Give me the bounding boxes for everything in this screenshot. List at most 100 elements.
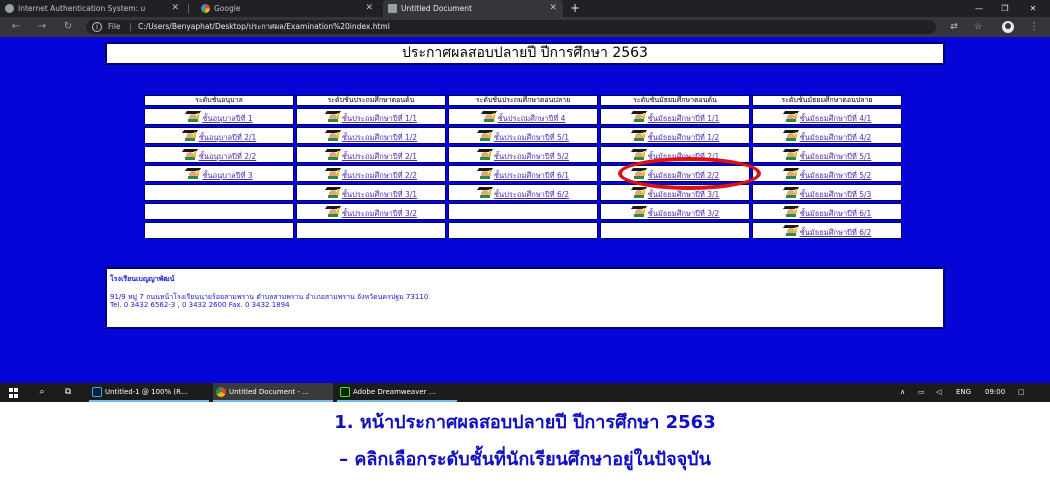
minimize-icon[interactable]: — [966, 0, 992, 17]
grade-link-cell[interactable]: ชั้นประถมศึกษาปีที่ 3/1 [297, 185, 445, 200]
grade-link-cell[interactable]: ชั้นประถมศึกษาปีที่ 6/2 [449, 185, 597, 200]
grade-link-cell[interactable]: ชั้นประถมศึกษาปีที่ 2/1 [297, 147, 445, 162]
close-tab-icon[interactable]: ✕ [171, 0, 179, 17]
grade-link[interactable]: ชั้นมัธยมศึกษาปีที่ 3/1 [648, 190, 720, 199]
taskbar-app-photoshop[interactable]: Untitled-1 @ 100% (R... [89, 383, 209, 402]
google-icon [201, 4, 210, 13]
grade-link[interactable]: ชั้นประถมศึกษาปีที่ 6/1 [494, 171, 569, 180]
profile-avatar-icon[interactable] [1002, 21, 1014, 33]
grade-link[interactable]: ชั้นประถมศึกษาปีที่ 3/2 [342, 209, 417, 218]
reload-icon[interactable]: ↻ [60, 20, 76, 34]
menu-kebab-icon[interactable]: ⋮ [1026, 20, 1042, 34]
address-bar[interactable]: i File C:/Users/Benyaphat/Desktop/ประกาศ… [86, 20, 936, 34]
grade-link[interactable]: ชั้นอนุบาลปีที่ 1 [202, 114, 252, 123]
grade-link[interactable]: ชั้นมัธยมศึกษาปีที่ 6/2 [800, 228, 872, 237]
caption-line-1: 1. หน้าประกาศผลสอบปลายปี ปีการศึกษา 2563 [334, 412, 716, 433]
grade-link[interactable]: ชั้นประถมศึกษาปีที่ 2/1 [342, 152, 417, 161]
grade-link-cell[interactable]: ชั้นประถมศึกษาปีที่ 5/2 [449, 147, 597, 162]
grade-link-cell[interactable]: ชั้นประถมศึกษาปีที่ 5/1 [449, 128, 597, 143]
grade-link[interactable]: ชั้นมัธยมศึกษาปีที่ 1/2 [648, 133, 720, 142]
page-viewport: ประกาศผลสอบปลายปี ปีการศึกษา 2563 ระดับช… [0, 37, 1050, 383]
windows-start-icon[interactable] [9, 388, 19, 398]
taskbar-app-dreamweaver[interactable]: Adobe Dreamweaver ... [337, 383, 457, 402]
tab-untitled-document[interactable]: Untitled Document ✕ [383, 0, 563, 17]
school-name: โรงเรียนเบญญาพัฒน์ [110, 275, 175, 283]
grade-link-cell[interactable]: ชั้นมัธยมศึกษาปีที่ 3/2 [601, 204, 749, 219]
grade-link[interactable]: ชั้นอนุบาลปีที่ 2/2 [199, 152, 257, 161]
grade-link-cell[interactable]: ชั้นประถมศึกษาปีที่ 4 [449, 109, 597, 124]
grade-link-cell[interactable]: ชั้นมัธยมศึกษาปีที่ 5/3 [753, 185, 901, 200]
table-cell: ชั้นมัธยมศึกษาปีที่ 4/1 [752, 108, 902, 125]
back-arrow-icon[interactable]: ← [8, 20, 24, 34]
table-cell: ชั้นอนุบาลปีที่ 1 [144, 108, 294, 125]
volume-icon[interactable]: ◁ [936, 383, 941, 402]
grade-link[interactable]: ชั้นมัธยมศึกษาปีที่ 3/2 [648, 209, 720, 218]
restore-icon[interactable]: ❐ [992, 0, 1018, 17]
grade-link[interactable]: ชั้นประถมศึกษาปีที่ 5/2 [494, 152, 569, 161]
notification-icon[interactable]: ▢ [1018, 383, 1025, 402]
grade-link-cell[interactable]: ชั้นอนุบาลปีที่ 2/1 [145, 128, 293, 143]
grade-link-cell[interactable]: ชั้นอนุบาลปีที่ 3 [145, 166, 293, 181]
grade-link-cell[interactable]: ชั้นมัธยมศึกษาปีที่ 1/1 [601, 109, 749, 124]
grade-link-cell[interactable]: ชั้นมัธยมศึกษาปีที่ 6/1 [753, 204, 901, 219]
grade-link-cell[interactable]: ชั้นมัธยมศึกษาปีที่ 4/2 [753, 128, 901, 143]
tab-google[interactable]: Google ✕ [196, 0, 379, 17]
url-text[interactable]: C:/Users/Benyaphat/Desktop/ประกาศผล/Exam… [138, 20, 390, 34]
grade-link[interactable]: ชั้นมัธยมศึกษาปีที่ 4/1 [800, 114, 872, 123]
column-header: ระดับชั้นมัธยมศึกษาตอนต้น [600, 95, 750, 106]
search-icon[interactable]: ⌕ [32, 383, 52, 402]
grade-link[interactable]: ชั้นประถมศึกษาปีที่ 5/1 [494, 133, 569, 142]
grade-link[interactable]: ชั้นประถมศึกษาปีที่ 1/1 [342, 114, 417, 123]
table-cell: ชั้นมัธยมศึกษาปีที่ 6/2 [752, 222, 902, 239]
grade-link[interactable]: ชั้นมัธยมศึกษาปีที่ 6/1 [800, 209, 872, 218]
grade-link[interactable]: ชั้นมัธยมศึกษาปีที่ 4/2 [800, 133, 872, 142]
close-tab-icon[interactable]: ✕ [549, 0, 557, 17]
grade-link-cell[interactable]: ชั้นมัธยมศึกษาปีที่ 5/1 [753, 147, 901, 162]
close-tab-icon[interactable]: ✕ [365, 0, 373, 17]
grade-link-cell[interactable]: ชั้นมัธยมศึกษาปีที่ 6/2 [753, 223, 901, 238]
grade-link[interactable]: ชั้นประถมศึกษาปีที่ 1/2 [342, 133, 417, 142]
grade-link-cell[interactable]: ชั้นมัธยมศึกษาปีที่ 5/2 [753, 166, 901, 181]
grade-link-cell[interactable]: ชั้นประถมศึกษาปีที่ 3/2 [297, 204, 445, 219]
grade-link-cell[interactable]: ชั้นมัธยมศึกษาปีที่ 1/2 [601, 128, 749, 143]
grade-link[interactable]: ชั้นประถมศึกษาปีที่ 4 [498, 114, 566, 123]
grade-link-cell[interactable]: ชั้นอนุบาลปีที่ 2/2 [145, 147, 293, 162]
grade-link[interactable]: ชั้นประถมศึกษาปีที่ 2/2 [342, 171, 417, 180]
table-cell: ชั้นมัธยมศึกษาปีที่ 5/1 [752, 146, 902, 163]
new-tab-button[interactable]: + [568, 0, 582, 16]
grade-link[interactable]: ชั้นประถมศึกษาปีที่ 3/1 [342, 190, 417, 199]
graduation-cap-icon [782, 146, 799, 160]
grade-link[interactable]: ชั้นมัธยมศึกษาปีที่ 1/1 [648, 114, 720, 123]
clock[interactable]: 09:00 [985, 383, 1005, 402]
forward-arrow-icon[interactable]: → [34, 20, 50, 34]
grade-link[interactable]: ชั้นอนุบาลปีที่ 2/1 [199, 133, 257, 142]
page-icon [388, 4, 397, 13]
tray-chevron-icon[interactable]: ∧ [900, 383, 905, 402]
caption-line-2: – คลิกเลือกระดับชั้นที่นักเรียนศึกษาอยู่… [339, 449, 711, 470]
graduation-cap-icon [324, 146, 341, 160]
table-cell: ชั้นมัธยมศึกษาปีที่ 5/3 [752, 184, 902, 201]
grade-link[interactable]: ชั้นมัธยมศึกษาปีที่ 5/1 [800, 152, 872, 161]
grade-link-cell[interactable]: ชั้นประถมศึกษาปีที่ 1/1 [297, 109, 445, 124]
close-window-icon[interactable]: ✕ [1020, 0, 1046, 17]
table-cell [448, 222, 598, 239]
info-icon[interactable]: i [92, 22, 102, 32]
column-header: ระดับชั้นประถมศึกษาตอนต้น [296, 95, 446, 106]
grade-link[interactable]: ชั้นอนุบาลปีที่ 3 [202, 171, 252, 180]
grade-link[interactable]: ชั้นประถมศึกษาปีที่ 6/2 [494, 190, 569, 199]
task-view-icon[interactable]: ⧉ [58, 383, 78, 402]
taskbar-app-chrome[interactable]: Untitled Document - ... [213, 383, 333, 402]
input-language[interactable]: ENG [956, 383, 971, 402]
tab-internet-authentication[interactable]: Internet Authentication System: u ✕ [0, 0, 185, 17]
grade-link-cell[interactable]: ชั้นประถมศึกษาปีที่ 1/2 [297, 128, 445, 143]
grade-link-cell[interactable]: ชั้นมัธยมศึกษาปีที่ 4/1 [753, 109, 901, 124]
translate-icon[interactable]: ⇄ [946, 20, 962, 34]
grade-link-cell[interactable]: ชั้นอนุบาลปีที่ 1 [145, 109, 293, 124]
grade-link[interactable]: ชั้นมัธยมศึกษาปีที่ 5/3 [800, 190, 872, 199]
graduation-cap-icon [782, 184, 799, 198]
grade-link[interactable]: ชั้นมัธยมศึกษาปีที่ 5/2 [800, 171, 872, 180]
grade-link-cell[interactable]: ชั้นประถมศึกษาปีที่ 2/2 [297, 166, 445, 181]
grade-link-cell[interactable]: ชั้นประถมศึกษาปีที่ 6/1 [449, 166, 597, 181]
bookmark-star-icon[interactable]: ☆ [970, 20, 986, 34]
network-icon[interactable]: ▭ [918, 383, 925, 402]
